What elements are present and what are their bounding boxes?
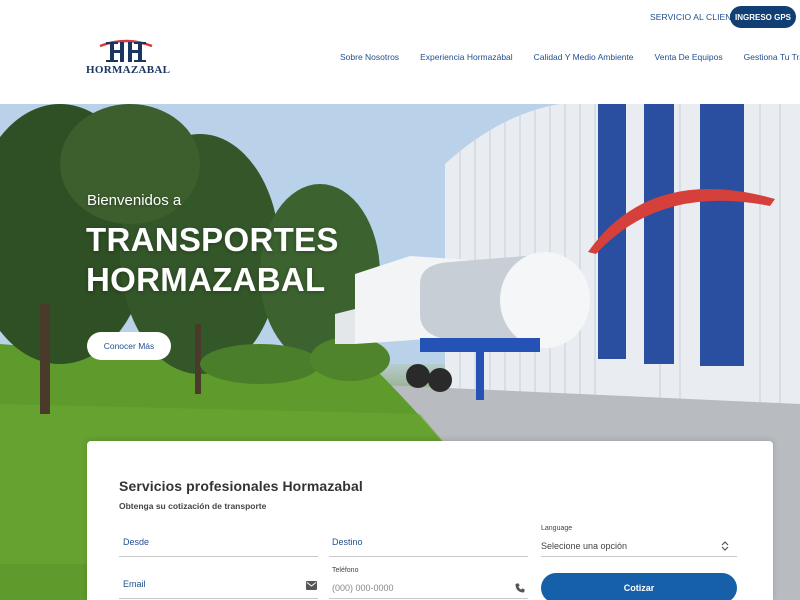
hero-welcome-text: Bienvenidos a [87,192,182,209]
email-field[interactable]: Email [119,577,318,599]
phone-field[interactable]: (000) 000-0000 [329,579,528,599]
quote-form-card: Servicios profesionales Hormazabal Obten… [87,441,773,600]
envelope-icon [306,581,317,590]
language-label: Language [541,525,573,532]
quote-submit-button[interactable]: Cotizar [541,573,737,600]
nav-item-calidad[interactable]: Calidad Y Medio Ambiente [534,52,634,62]
hero-title-line-2: HORMAZABAL [86,261,326,298]
logo[interactable]: HORMAZABAL [86,38,171,78]
origin-label: Desde [123,537,150,547]
nav-item-venta-equipos[interactable]: Venta De Equipos [655,52,723,62]
quote-form-title: Servicios profesionales Hormazabal [119,478,363,494]
hero-title-line-1: TRANSPORTES [86,221,339,258]
logo-hh-mark-icon [99,39,153,62]
nav-item-gestiona-transporte[interactable]: Gestiona Tu Transporte [744,52,800,62]
learn-more-button[interactable]: Conocer Más [87,332,171,360]
nav-item-sobre-nosotros[interactable]: Sobre Nosotros [340,52,399,62]
destination-field[interactable]: Destino [329,535,528,557]
hero-title: TRANSPORTES HORMAZABAL [86,220,339,300]
logo-text: HORMAZABAL [86,64,171,76]
phone-label: Teléfono [332,567,359,574]
phone-icon [515,583,525,593]
main-nav: Sobre Nosotros Experiencia Hormazábal Ca… [340,52,800,62]
phone-placeholder: (000) 000-0000 [332,583,394,593]
quote-form-subtitle: Obtenga su cotización de transporte [119,501,267,511]
language-select-value: Selecione una opción [541,541,628,551]
destination-label: Destino [332,537,363,547]
site-header: SERVICIO AL CLIENTE INGRESO GPS HORMAZAB… [0,0,800,104]
customer-service-link[interactable]: SERVICIO AL CLIENTE [650,12,743,22]
origin-field[interactable]: Desde [119,535,318,557]
language-select[interactable]: Selecione una opción [541,537,737,557]
nav-item-experiencia[interactable]: Experiencia Hormazábal [420,52,513,62]
gps-login-button[interactable]: INGRESO GPS [730,6,796,28]
select-arrows-icon [721,541,729,551]
email-label: Email [123,579,146,589]
